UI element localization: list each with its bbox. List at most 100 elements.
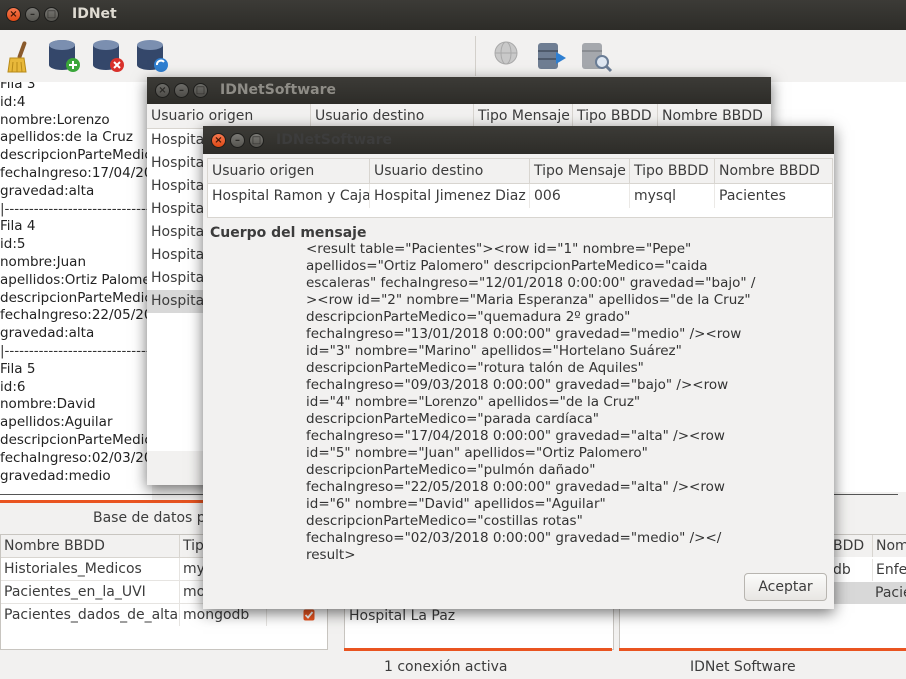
db-row-name: Pacientes_en_la_UVI	[1, 581, 180, 603]
output-text-line: id:6	[0, 378, 26, 395]
message-body-line: fechaIngreso="02/03/2018 0:00:00" graved…	[306, 530, 722, 546]
message-body-line: descripcionParteMedico="rotura talón de …	[306, 360, 644, 376]
message-body-line: id="3" nombre="Marino" apellidos="Hortel…	[306, 343, 682, 359]
output-text-line: Fila 3	[0, 82, 36, 92]
db-panel-title: Base de datos pr	[93, 510, 212, 526]
send-database-icon[interactable]	[534, 38, 570, 74]
message-body-line: apellidos="Ortiz Palomero" descripcionPa…	[306, 258, 708, 274]
cell-tipo-mensaje: 006	[530, 184, 630, 208]
right-table-header: BDD Nomb	[830, 535, 906, 557]
maximize-dialog-button[interactable]: □	[249, 133, 264, 148]
header-usuario-destino[interactable]: Usuario destino	[370, 159, 530, 183]
message-body-text: <result table="Pacientes"><row id="1" no…	[306, 241, 776, 564]
message-body-line: descripcionParteMedico="parada cardíaca"	[306, 411, 599, 427]
close-window-button[interactable]: ×	[6, 7, 21, 22]
message-header-table-header: Usuario origen Usuario destino Tipo Mens…	[208, 159, 832, 184]
connect-globe-icon[interactable]	[490, 38, 526, 74]
right-cell: Enfer	[876, 562, 906, 578]
output-text-line: nombre:Lorenzo	[0, 111, 110, 128]
message-body-line: result>	[306, 547, 356, 563]
output-text-line: |---------------------------------------	[0, 342, 152, 359]
header-nombre-bbdd[interactable]: Nombre BBDD	[658, 104, 771, 128]
message-row[interactable]: Hospital Ramon y Cajal Hospital Jimenez …	[208, 184, 832, 208]
message-body-line: fechaIngreso="09/03/2018 0:00:00" graved…	[306, 377, 729, 393]
minimize-dialog-button[interactable]: –	[174, 83, 189, 98]
output-text-line: fechaIngreso:02/03/2018 0:00:00	[0, 449, 152, 466]
message-body-label: Cuerpo del mensaje	[210, 225, 367, 241]
message-body-line: fechaIngreso="17/04/2018 0:00:00" graved…	[306, 428, 725, 444]
right-cell: db	[830, 559, 873, 581]
accent-line-right	[619, 648, 906, 651]
header-usuario-origen[interactable]: Usuario origen	[208, 159, 370, 183]
close-dialog-button[interactable]: ×	[155, 83, 170, 98]
output-text-line: gravedad:alta	[0, 182, 95, 199]
output-text-line: fechaIngreso:17/04/2018 0:00:00	[0, 164, 152, 181]
output-text-line: descripcionParteMedico:costillas rotas	[0, 431, 152, 448]
accept-button[interactable]: Aceptar	[744, 573, 827, 601]
db-header-name[interactable]: Nombre BBDD	[1, 535, 180, 557]
message-body-line: id="4" nombre="Lorenzo" apellidos="de la…	[306, 394, 641, 410]
cell-nombre-bbdd: Pacientes	[719, 188, 786, 204]
message-detail-dialog: × – □ IDNetSoftware Usuario origen Usuar…	[203, 126, 834, 609]
connection-status: 1 conexión activa	[384, 659, 508, 675]
header-tipo-mensaje[interactable]: Tipo Mensaje	[530, 159, 630, 183]
message-body-line: descripcionParteMedico="costillas rotas"	[306, 513, 583, 529]
broom-clear-icon[interactable]	[2, 38, 38, 74]
right-table-row[interactable]: db Enfer	[830, 559, 906, 581]
output-text-line: Fila 5	[0, 360, 36, 377]
header-tipo-mensaje[interactable]: Tipo Mensaje	[474, 104, 573, 128]
refresh-database-icon[interactable]	[134, 38, 170, 74]
cell-usuario-destino: Hospital Jimenez Diaz	[370, 184, 530, 208]
output-text-lines: Fila 3 id:4 nombre:Lorenzo apellidos:de la …	[0, 82, 152, 485]
output-text-line: nombre:Juan	[0, 253, 87, 270]
message-body-line: id="5" nombre="Juan" apellidos="Ortiz Pa…	[306, 445, 648, 461]
output-text-line: id:4	[0, 93, 26, 110]
output-text-line: nombre:David	[0, 396, 96, 413]
output-text-line: gravedad:alta	[0, 325, 95, 342]
output-text-area[interactable]: Fila 3 id:4 nombre:Lorenzo apellidos:de la …	[0, 82, 152, 502]
minimize-window-button[interactable]: –	[25, 7, 40, 22]
status-bar: 1 conexión activa IDNet Software	[0, 655, 906, 679]
detail-dialog-titlebar: × – □ IDNetSoftware	[203, 126, 834, 154]
maximize-window-button[interactable]: □	[44, 7, 59, 22]
header-tipo-bbdd[interactable]: Tipo BBDD	[573, 104, 658, 128]
output-text-line: |---------------------------------------	[0, 200, 152, 217]
header-tipo-bbdd[interactable]: Tipo BBDD	[630, 159, 715, 183]
toolbar-separator	[475, 36, 476, 76]
maximize-dialog-button[interactable]: □	[193, 83, 208, 98]
minimize-dialog-button[interactable]: –	[230, 133, 245, 148]
header-usuario-origen[interactable]: Usuario origen	[147, 104, 311, 128]
message-body-line: id="6" nombre="David" apellidos="Aguilar…	[306, 496, 606, 512]
header-usuario-destino[interactable]: Usuario destino	[311, 104, 474, 128]
output-text-line: Fila 4	[0, 218, 36, 235]
message-body-line: descripcionParteMedico="quemadura 2º gra…	[306, 309, 631, 325]
message-body-line: ><row id="2" nombre="Maria Esperanza" ap…	[306, 292, 751, 308]
output-text-line: apellidos:Ortiz Palomero	[0, 271, 152, 288]
output-text-line: fechaIngreso:22/05/2018 0:00:00	[0, 307, 152, 324]
db-row-name: Historiales_Medicos	[1, 558, 180, 580]
message-body-line: escaleras" fechaIngreso="12/01/2018 0:00…	[306, 275, 756, 291]
add-database-icon[interactable]	[46, 38, 82, 74]
right-header-nombre[interactable]: Nomb	[873, 535, 906, 557]
output-text-line: id:5	[0, 236, 26, 253]
header-nombre-bbdd[interactable]: Nombre BBDD	[715, 159, 830, 183]
db-row-name: Pacientes_dados_de_alta	[1, 604, 180, 626]
right-header-bbdd[interactable]: BDD	[830, 535, 873, 557]
status-app-name: IDNet Software	[690, 659, 796, 675]
window-controls: × – □	[6, 7, 59, 22]
cell-usuario-origen: Hospital Ramon y Cajal	[208, 184, 370, 208]
right-table-row-selected[interactable]: Pacie	[830, 582, 906, 604]
search-database-icon[interactable]	[578, 38, 614, 74]
output-text-line: apellidos:Aguilar	[0, 414, 113, 431]
window-title: IDNet	[72, 6, 117, 22]
dialog-title: IDNetSoftware	[276, 132, 392, 148]
message-header-table: Usuario origen Usuario destino Tipo Mens…	[207, 158, 833, 218]
close-dialog-button[interactable]: ×	[211, 133, 226, 148]
message-body-line: fechaIngreso="13/01/2018 0:00:00" graved…	[306, 326, 742, 342]
remove-database-icon[interactable]	[90, 38, 126, 74]
right-cell: Pacie	[875, 585, 906, 601]
output-text-line: apellidos:de la Cruz	[0, 129, 133, 146]
checkbox-checked-icon	[303, 609, 315, 621]
output-text-line: gravedad:medio	[0, 467, 111, 484]
output-text-line: descripcionParteMedico:parada cardíaca	[0, 147, 152, 164]
